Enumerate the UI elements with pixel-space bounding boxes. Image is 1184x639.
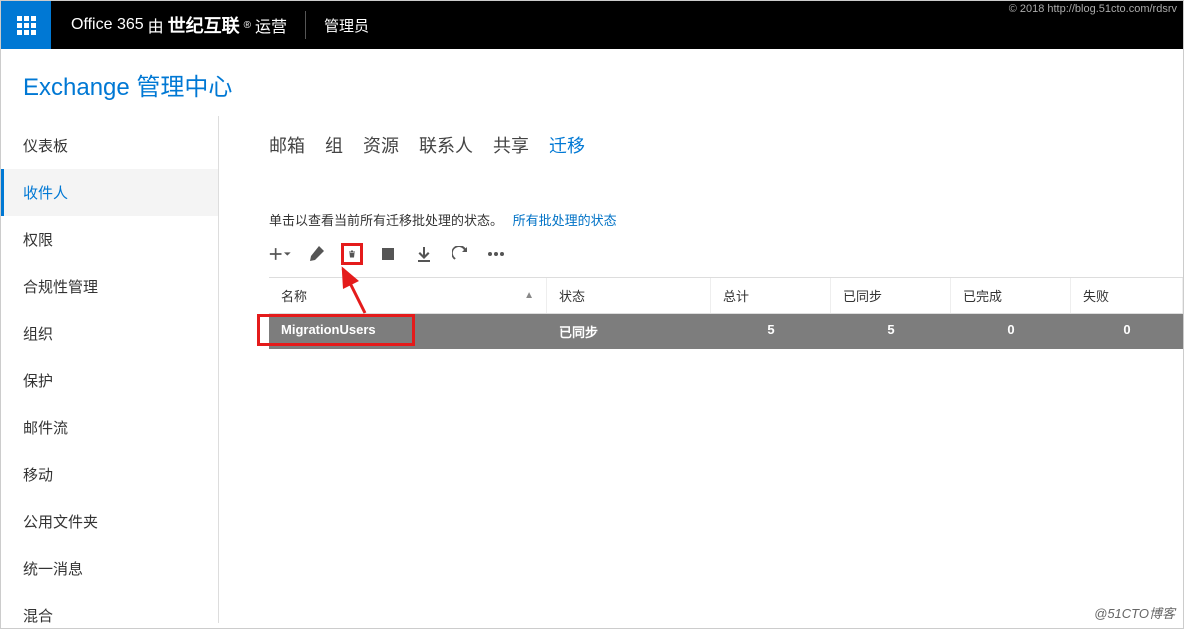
sidebar-item-organization[interactable]: 组织 bbox=[1, 310, 218, 357]
cell-fail: 0 bbox=[1071, 314, 1183, 349]
admin-label: 管理员 bbox=[324, 15, 369, 36]
hint-link[interactable]: 所有批处理的状态 bbox=[513, 213, 617, 228]
toolbar bbox=[269, 243, 1183, 265]
sidebar-item-hybrid[interactable]: 混合 bbox=[1, 592, 218, 639]
column-header-synced[interactable]: 已同步 bbox=[831, 278, 951, 313]
trash-icon bbox=[348, 246, 356, 262]
column-header-total[interactable]: 总计 bbox=[711, 278, 831, 313]
sidebar-item-mobile[interactable]: 移动 bbox=[1, 451, 218, 498]
app-launcher-button[interactable] bbox=[1, 1, 51, 49]
tab-mailboxes[interactable]: 邮箱 bbox=[269, 132, 305, 162]
download-button[interactable] bbox=[413, 243, 435, 265]
tab-contacts[interactable]: 联系人 bbox=[419, 132, 473, 162]
cell-total: 5 bbox=[711, 314, 831, 349]
brand-sup: ® bbox=[244, 20, 251, 31]
cell-synced: 5 bbox=[831, 314, 951, 349]
brand-cn: 世纪互联 bbox=[168, 12, 240, 38]
migration-table: 名称 ▲ 状态 总计 已同步 已完成 失败 MigrationUsers 已同步… bbox=[269, 277, 1183, 349]
column-header-name-label: 名称 bbox=[281, 286, 307, 305]
page-title-row: Exchange 管理中心 bbox=[1, 49, 1183, 116]
sidebar-item-publicfolders[interactable]: 公用文件夹 bbox=[1, 498, 218, 545]
sidebar-item-um[interactable]: 统一消息 bbox=[1, 545, 218, 592]
add-button[interactable] bbox=[269, 243, 291, 265]
sidebar-item-mailflow[interactable]: 邮件流 bbox=[1, 404, 218, 451]
sidebar-item-permissions[interactable]: 权限 bbox=[1, 216, 218, 263]
brand-by: 由 bbox=[148, 13, 164, 37]
column-header-fail[interactable]: 失败 bbox=[1071, 278, 1183, 313]
ellipsis-icon bbox=[488, 252, 504, 256]
main-content: 邮箱 组 资源 联系人 共享 迁移 单击以查看当前所有迁移批处理的状态。 所有批… bbox=[219, 116, 1183, 623]
tab-migration[interactable]: 迁移 bbox=[549, 132, 585, 162]
sort-ascending-icon: ▲ bbox=[524, 290, 534, 301]
sidebar-item-compliance[interactable]: 合规性管理 bbox=[1, 263, 218, 310]
waffle-icon bbox=[17, 16, 36, 35]
more-button[interactable] bbox=[485, 243, 507, 265]
watermark: @51CTO博客 bbox=[1094, 603, 1175, 622]
column-header-name[interactable]: 名称 ▲ bbox=[269, 278, 547, 313]
stop-button[interactable] bbox=[377, 243, 399, 265]
hint-text: 单击以查看当前所有迁移批处理的状态。 bbox=[269, 213, 503, 228]
chevron-down-icon bbox=[284, 250, 291, 258]
cell-status: 已同步 bbox=[547, 314, 711, 349]
tab-groups[interactable]: 组 bbox=[325, 132, 343, 162]
hint-row: 单击以查看当前所有迁移批处理的状态。 所有批处理的状态 bbox=[269, 210, 1183, 229]
top-bar: Office 365 由 世纪互联 ® 运营 管理员 © 2018 http:/… bbox=[1, 1, 1183, 49]
brand-suffix: 运营 bbox=[255, 13, 287, 37]
table-row[interactable]: MigrationUsers 已同步 5 5 0 0 bbox=[269, 314, 1183, 349]
pencil-icon bbox=[308, 246, 324, 262]
table-header-row: 名称 ▲ 状态 总计 已同步 已完成 失败 bbox=[269, 277, 1183, 314]
refresh-button[interactable] bbox=[449, 243, 471, 265]
column-header-status[interactable]: 状态 bbox=[547, 278, 711, 313]
column-header-done[interactable]: 已完成 bbox=[951, 278, 1071, 313]
page-title: Exchange 管理中心 bbox=[23, 67, 1161, 102]
sidebar-item-recipients[interactable]: 收件人 bbox=[1, 169, 218, 216]
sidebar-item-protection[interactable]: 保护 bbox=[1, 357, 218, 404]
brand-prefix: Office 365 bbox=[71, 16, 144, 34]
stop-icon bbox=[381, 247, 395, 261]
refresh-icon bbox=[452, 246, 468, 262]
body-wrap: 仪表板 收件人 权限 合规性管理 组织 保护 邮件流 移动 公用文件夹 统一消息… bbox=[1, 116, 1183, 623]
cell-done: 0 bbox=[951, 314, 1071, 349]
download-icon bbox=[416, 246, 432, 262]
divider bbox=[305, 11, 306, 39]
brand-text: Office 365 由 世纪互联 ® 运营 bbox=[71, 12, 287, 38]
tabs: 邮箱 组 资源 联系人 共享 迁移 bbox=[269, 132, 1183, 162]
plus-icon bbox=[269, 246, 282, 262]
delete-button[interactable] bbox=[341, 243, 363, 265]
edit-button[interactable] bbox=[305, 243, 327, 265]
cell-name: MigrationUsers bbox=[269, 314, 547, 349]
tab-shared[interactable]: 共享 bbox=[493, 132, 529, 162]
sidebar: 仪表板 收件人 权限 合规性管理 组织 保护 邮件流 移动 公用文件夹 统一消息… bbox=[1, 116, 219, 623]
copyright: © 2018 http://blog.51cto.com/rdsrv bbox=[1009, 3, 1177, 15]
tab-resources[interactable]: 资源 bbox=[363, 132, 399, 162]
sidebar-item-dashboard[interactable]: 仪表板 bbox=[1, 122, 218, 169]
